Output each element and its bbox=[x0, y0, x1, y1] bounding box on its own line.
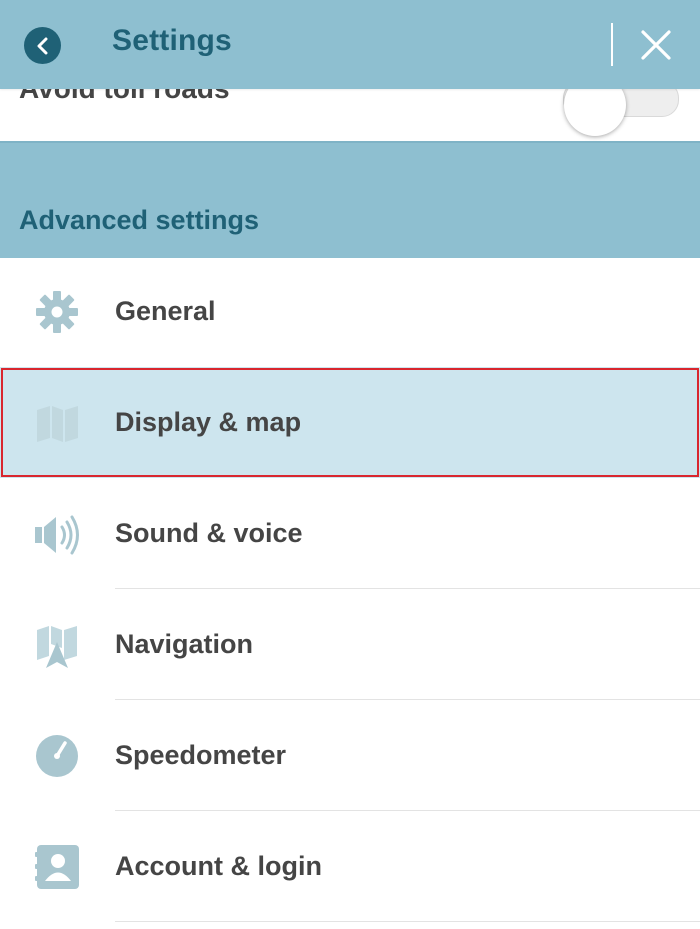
app-header: Settings bbox=[0, 0, 700, 89]
avoid-toll-roads-toggle[interactable] bbox=[563, 89, 679, 136]
back-button[interactable] bbox=[24, 27, 61, 64]
list-item-display-map[interactable]: Display & map bbox=[0, 367, 700, 478]
header-divider bbox=[611, 23, 613, 66]
map-icon bbox=[37, 406, 78, 442]
list-item-label: Navigation bbox=[115, 629, 254, 659]
list-item-label: Sound & voice bbox=[115, 518, 303, 548]
list-item-navigation[interactable]: Navigation bbox=[0, 589, 700, 700]
list-item-sound-voice[interactable]: Sound & voice bbox=[0, 478, 700, 589]
navigation-icon bbox=[37, 626, 77, 668]
avoid-toll-roads-row[interactable]: Avoid toll roads bbox=[0, 89, 700, 141]
row-divider bbox=[115, 921, 700, 922]
section-header: Advanced settings bbox=[0, 141, 700, 258]
account-icon bbox=[35, 845, 79, 889]
chevron-left-icon bbox=[37, 37, 47, 54]
list-item-label: Speedometer bbox=[115, 740, 287, 770]
toggle-knob bbox=[564, 89, 626, 136]
list-item-label: Display & map bbox=[115, 407, 302, 437]
list-item-label: General bbox=[115, 296, 216, 326]
list-item-speedometer[interactable]: Speedometer bbox=[0, 700, 700, 811]
section-title: Advanced settings bbox=[19, 205, 260, 235]
close-icon bbox=[641, 30, 671, 60]
list-item-label: Account & login bbox=[115, 851, 322, 881]
list-item-general[interactable]: General bbox=[0, 256, 700, 367]
speedometer-icon bbox=[36, 735, 78, 777]
page-title: Settings bbox=[112, 24, 232, 57]
settings-list: General Display & map Sound & voice Navi… bbox=[0, 256, 700, 922]
close-button[interactable] bbox=[631, 20, 681, 70]
avoid-toll-roads-label: Avoid toll roads bbox=[19, 89, 230, 105]
list-item-account-login[interactable]: Account & login bbox=[0, 811, 700, 922]
speaker-icon bbox=[35, 515, 79, 555]
gear-icon bbox=[36, 291, 78, 333]
